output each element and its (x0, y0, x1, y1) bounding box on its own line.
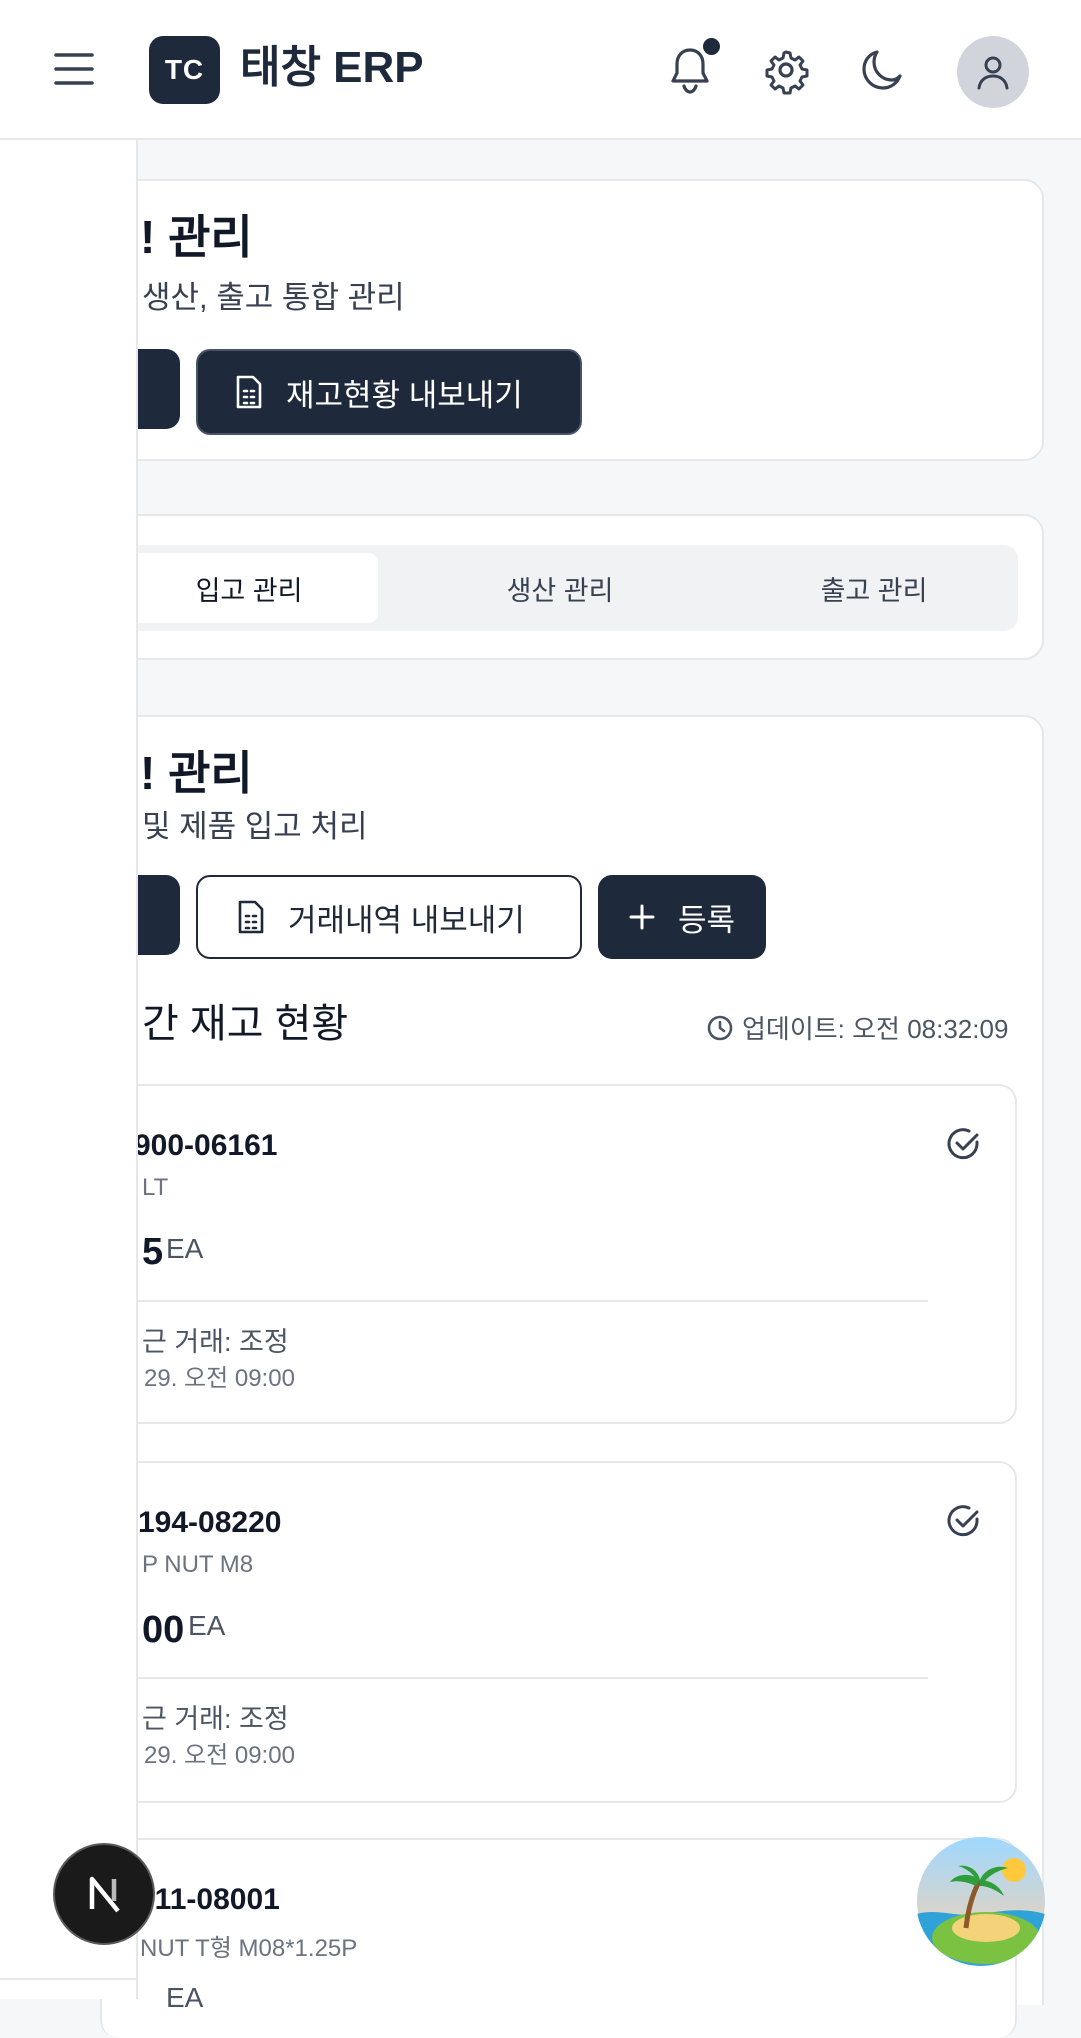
user-icon (977, 56, 1009, 90)
item-recent-tx: 근 거래: 조정 (142, 1704, 289, 1734)
stock-item-card[interactable]: 194-08220 P NUT M8 00 EA 근 거래: 조정 29. 오전… (100, 1461, 1017, 1803)
item-code: 194-08220 (138, 1506, 282, 1539)
section-title: ! 관리 (140, 747, 253, 799)
page-header-card: ! 관리 생산, 출고 통합 관리 재고현황 내보내기 (100, 179, 1044, 461)
section-subtitle: 및 제품 입고 처리 (142, 809, 368, 844)
page-subtitle: 생산, 출고 통합 관리 (142, 280, 405, 315)
gear-icon[interactable] (761, 44, 811, 96)
moon-icon[interactable] (858, 44, 908, 96)
tab-inbound[interactable]: 입고 관리 (120, 553, 378, 623)
export-transactions-label: 거래내역 내보내기 (288, 902, 525, 938)
item-qty: 00 (142, 1609, 185, 1651)
item-unit: EA (166, 1233, 204, 1264)
app-title: 태창 ERP (240, 43, 424, 92)
item-qty: 5 (142, 1231, 164, 1273)
page-title: ! 관리 (140, 211, 253, 263)
notification-dot (703, 38, 720, 55)
menu-icon[interactable] (52, 49, 96, 89)
item-name: NUT T형 M08*1.25P (140, 1935, 358, 1962)
stock-item-card[interactable]: 900-06161 LT 5 EA 근 거래: 조정 29. 오전 09:00 (100, 1084, 1017, 1424)
add-inbound-button[interactable]: 등록 (598, 875, 766, 959)
check-circle-icon[interactable] (943, 1501, 983, 1541)
item-recent-tx: 근 거래: 조정 (142, 1327, 289, 1357)
update-text: 업데이트: 오전 08:32:09 (742, 1014, 1009, 1044)
sidebar-divider (0, 1978, 138, 1980)
spreadsheet-icon (236, 375, 262, 409)
tab-outbound[interactable]: 출고 관리 (732, 545, 1016, 631)
nextjs-icon[interactable] (53, 1843, 155, 1945)
clock-icon (707, 1015, 733, 1040)
update-timestamp: 업데이트: 오전 08:32:09 (706, 1009, 1008, 1046)
plus-icon (629, 904, 655, 930)
tab-outbound-label: 출고 관리 (820, 575, 928, 606)
item-date: 29. 오전 09:00 (144, 1742, 295, 1769)
export-stock-button[interactable]: 재고현황 내보내기 (196, 349, 582, 435)
item-code: 911-08001 (138, 1883, 280, 1916)
add-inbound-label: 등록 (678, 902, 736, 938)
item-name: LT (142, 1174, 169, 1201)
item-divider (134, 1300, 928, 1302)
item-unit: EA (166, 1982, 204, 2013)
check-circle-icon[interactable] (943, 1124, 983, 1164)
user-avatar[interactable] (957, 36, 1029, 108)
spreadsheet-icon (238, 900, 264, 934)
item-unit: EA (188, 1610, 226, 1641)
item-date: 29. 오전 09:00 (144, 1365, 295, 1392)
sidebar (0, 140, 138, 1999)
tab-production[interactable]: 생산 관리 (418, 545, 702, 631)
island-icon[interactable] (916, 1836, 1046, 1966)
stock-item-card[interactable]: 911-08001 NUT T형 M08*1.25P EA (100, 1838, 1017, 2038)
tab-production-label: 생산 관리 (506, 575, 614, 606)
app-logo[interactable]: TC (149, 36, 220, 104)
item-code: 900-06161 (134, 1129, 278, 1162)
stock-title: 간 재고 현황 (142, 1002, 349, 1046)
item-divider (134, 1677, 928, 1679)
tab-bar: 입고 관리 생산 관리 출고 관리 (120, 545, 1018, 631)
export-transactions-button[interactable]: 거래내역 내보내기 (196, 875, 582, 959)
tab-inbound-label: 입고 관리 (195, 575, 303, 606)
export-stock-label: 재고현황 내보내기 (286, 377, 523, 413)
item-name: P NUT M8 (142, 1551, 254, 1578)
app-header: TC 태창 ERP (0, 0, 1081, 140)
